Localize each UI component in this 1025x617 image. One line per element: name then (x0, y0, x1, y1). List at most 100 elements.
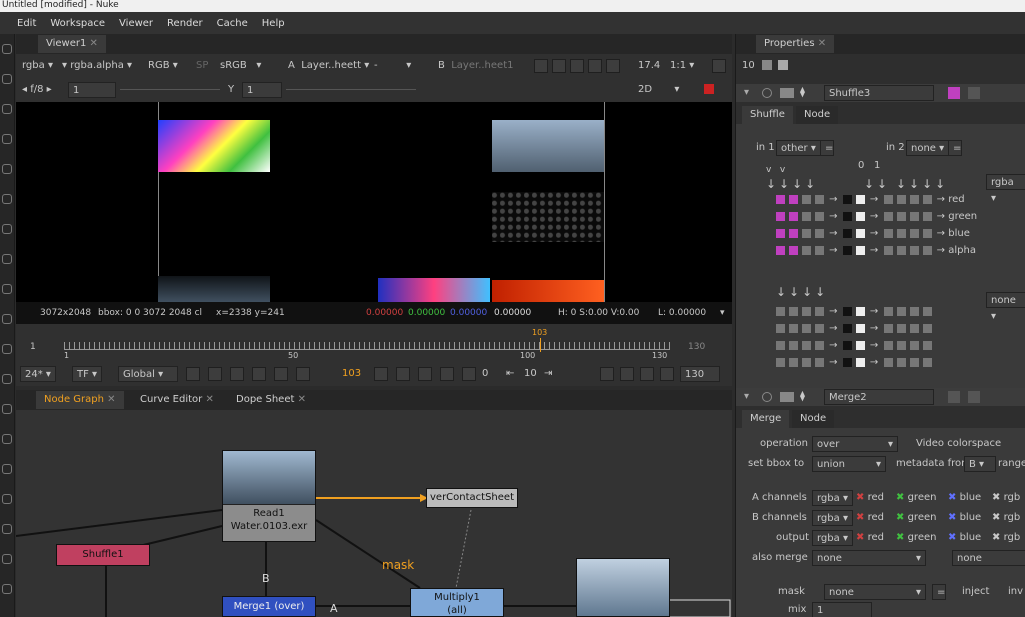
color-icon[interactable] (2, 194, 12, 204)
merge-collapse-icon[interactable]: ▾ (744, 391, 749, 402)
gamma-slider[interactable] (286, 89, 416, 90)
contactsheet-node[interactable]: verContactSheet (426, 488, 518, 508)
refresh-icon[interactable] (588, 59, 602, 73)
shuffle-matrix-bottom[interactable]: → → → → → → → → (774, 306, 984, 374)
viewer-canvas[interactable] (16, 102, 732, 302)
skip-forward-icon[interactable]: ⇥ (544, 366, 552, 382)
menu-render[interactable]: Render (167, 18, 203, 29)
merge-icon[interactable] (2, 284, 12, 294)
metadata-dropdown[interactable]: B ▾ (964, 456, 996, 472)
tab-curve-editor[interactable]: Curve Editor ✕ (132, 391, 222, 409)
draw-icon[interactable] (2, 104, 12, 114)
node-color-icon[interactable] (762, 88, 772, 98)
lock-panels-icon[interactable] (762, 60, 772, 70)
gain-control[interactable]: ◂ f/8 ▸ (22, 82, 52, 98)
a-green-checkbox[interactable]: ✖ green (896, 490, 936, 506)
current-frame-marker[interactable]: 103 (532, 328, 547, 337)
invert-checkbox[interactable]: inv (1008, 584, 1023, 600)
node-graph-canvas[interactable]: Read1 Water.0103.exr Shuffle1 verContact… (16, 410, 732, 617)
keyer-icon[interactable] (2, 254, 12, 264)
playback-mode-icon[interactable] (600, 367, 614, 381)
read-node[interactable]: Read1 Water.0103.exr (222, 450, 316, 542)
skip-back-icon[interactable]: ⇤ (506, 366, 514, 382)
set-bbox-dropdown[interactable]: union ▾ (812, 456, 886, 472)
next-frame-icon[interactable] (396, 367, 410, 381)
pin-icon[interactable]: ⧫ (800, 87, 805, 98)
roi-icon[interactable] (534, 59, 548, 73)
particles-icon[interactable] (2, 524, 12, 534)
in1-channel-button[interactable]: = (820, 140, 834, 156)
time-icon[interactable] (2, 134, 12, 144)
pointer-icon[interactable] (2, 44, 12, 54)
max-panels-field[interactable]: 10 (742, 60, 755, 71)
b-green-checkbox[interactable]: ✖ green (896, 510, 936, 526)
out-layer2-dropdown[interactable]: none ▾ (986, 292, 1025, 322)
status-menu-icon[interactable]: ▾ (720, 302, 725, 324)
mix-field[interactable]: 1 (812, 602, 872, 617)
tab-viewer1[interactable]: Viewer1 ✕ (38, 35, 106, 53)
gizmo-icon[interactable] (2, 584, 12, 594)
prev-frame-icon[interactable] (274, 367, 288, 381)
merge-panel-header[interactable]: ▾ ⧫ Merge2 (736, 388, 1025, 406)
merge-pin-icon[interactable]: ⧫ (800, 391, 805, 402)
merge-name-field[interactable]: Merge2 (824, 389, 934, 405)
out-green-checkbox[interactable]: ✖ green (896, 530, 936, 546)
menu-viewer[interactable]: Viewer (119, 18, 153, 29)
lock-icon[interactable] (640, 367, 654, 381)
channel-icon[interactable] (2, 164, 12, 174)
tab-dope-sheet[interactable]: Dope Sheet ✕ (228, 391, 314, 409)
play-forward-icon[interactable] (374, 367, 388, 381)
furnace-icon[interactable] (2, 494, 12, 504)
inject-checkbox[interactable]: inject (962, 584, 989, 600)
view-mode-dropdown[interactable]: 2D ▾ (638, 82, 679, 98)
increment-field[interactable]: 0 (482, 366, 488, 382)
wipe-op-dropdown[interactable]: - ▾ (374, 58, 411, 74)
export-icon[interactable] (660, 367, 674, 381)
fps-dropdown[interactable]: 24* ▾ (20, 366, 56, 382)
shuffle-matrix-top[interactable]: → → → red → → → green → → → blue → → → a… (774, 194, 1024, 262)
prev-keyframe-icon[interactable] (252, 367, 266, 381)
channels-dropdown[interactable]: rgba ▾ (22, 58, 53, 74)
shuffle-name-field[interactable]: Shuffle3 (824, 85, 934, 101)
filter-icon[interactable] (2, 224, 12, 234)
first-frame-icon[interactable] (230, 367, 244, 381)
hide-panel-icon[interactable] (780, 88, 794, 98)
lut-dropdown[interactable]: sRGB ▾ (220, 58, 261, 74)
collapse-icon[interactable]: ▾ (744, 87, 749, 98)
menu-help[interactable]: Help (262, 18, 285, 29)
b-alpha-checkbox[interactable]: ✖ rgb (992, 510, 1020, 526)
pause-icon[interactable] (606, 59, 620, 73)
b-channels-dropdown[interactable]: rgba ▾ (812, 510, 853, 526)
image-icon[interactable] (2, 74, 12, 84)
clip-warning-icon[interactable] (552, 59, 566, 73)
playhead[interactable] (540, 338, 541, 352)
merge-hide-icon[interactable] (780, 392, 794, 402)
viewer-settings-icon[interactable] (712, 59, 726, 73)
record-icon[interactable] (620, 367, 634, 381)
merge-node-color-icon[interactable] (762, 392, 772, 402)
menu-edit[interactable]: Edit (17, 18, 36, 29)
merge-node[interactable]: Merge1 (over) (222, 596, 316, 617)
operation-dropdown[interactable]: over ▾ (812, 436, 898, 452)
undo-icon[interactable] (968, 87, 980, 99)
b-blue-checkbox[interactable]: ✖ blue (948, 510, 981, 526)
mask-channel-button[interactable]: = (932, 584, 946, 600)
out-point-icon[interactable] (462, 367, 476, 381)
a-channels-dropdown[interactable]: rgba ▾ (812, 490, 853, 506)
b-input-dropdown[interactable]: B Layer..heet1 (438, 58, 513, 74)
range-dropdown[interactable]: Global ▾ (118, 366, 178, 382)
tab-merge[interactable]: Merge (742, 410, 790, 428)
zoom-dropdown[interactable]: 1:1 ▾ (670, 58, 694, 74)
play-backward-icon[interactable] (296, 367, 310, 381)
other-icon[interactable] (2, 464, 12, 474)
transform-icon[interactable] (2, 314, 12, 324)
out-alpha-checkbox[interactable]: ✖ rgb (992, 530, 1020, 546)
frame-display[interactable]: 103 (342, 366, 361, 382)
b-red-checkbox[interactable]: ✖ red (856, 510, 884, 526)
3d-icon[interactable] (2, 344, 12, 354)
menu-workspace[interactable]: Workspace (50, 18, 105, 29)
gain-slider[interactable] (120, 89, 220, 90)
tab-node-graph[interactable]: Node Graph ✕ (36, 391, 124, 409)
out-red-checkbox[interactable]: ✖ red (856, 530, 884, 546)
lut-lock-icon[interactable]: SP (196, 58, 208, 74)
